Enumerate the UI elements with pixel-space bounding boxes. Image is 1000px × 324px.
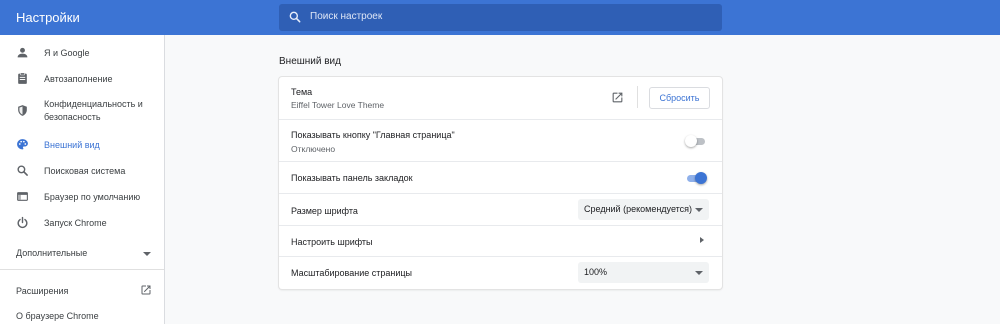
sidebar-item-label: Поисковая система	[44, 166, 126, 176]
sidebar-item-default-browser[interactable]: Браузер по умолчанию	[0, 190, 164, 204]
page-zoom-label: Масштабирование страницы	[291, 268, 412, 278]
font-size-row: Размер шрифта Средний (рекомендуется)	[279, 193, 722, 225]
toggle-knob	[685, 135, 697, 147]
customize-fonts-label: Настроить шрифты	[291, 237, 373, 247]
person-icon	[17, 47, 28, 58]
toggle-knob	[695, 172, 707, 184]
page-zoom-value: 100%	[584, 267, 608, 277]
home-button-status: Отключено	[291, 144, 336, 154]
page-zoom-row: Масштабирование страницы 100%	[279, 256, 722, 289]
bookmarks-bar-label: Показывать панель закладок	[291, 173, 413, 183]
theme-label: Тема	[291, 87, 313, 97]
sidebar: Я и Google Автозаполнение Конфиденциальн…	[0, 35, 165, 324]
search-placeholder: Поиск настроек	[310, 11, 383, 22]
chevron-down-icon[interactable]	[143, 252, 151, 256]
sidebar-item-label: Запуск Chrome	[44, 218, 107, 228]
theme-row: Тема Eiffel Tower Love Theme Сбросить	[279, 77, 722, 119]
home-button-label: Показывать кнопку "Главная страница"	[291, 130, 455, 140]
chevron-right-icon	[700, 237, 704, 243]
app-title: Настройки	[16, 10, 80, 25]
font-size-label: Размер шрифта	[291, 206, 358, 216]
chevron-down-icon	[695, 271, 703, 275]
sidebar-item-label: Конфиденциальность и безопасность	[44, 99, 143, 122]
sidebar-item-search-engine[interactable]: Поисковая система	[0, 164, 164, 178]
sidebar-item-autofill[interactable]: Автозаполнение	[0, 72, 164, 86]
section-title: Внешний вид	[279, 56, 341, 67]
about-chrome-link[interactable]: О браузере Chrome	[16, 311, 99, 321]
home-button-toggle[interactable]	[685, 135, 707, 147]
sidebar-item-label: Внешний вид	[44, 140, 100, 150]
sidebar-item-label: Автозаполнение	[44, 74, 113, 84]
sidebar-item-appearance[interactable]: Внешний вид	[0, 138, 164, 152]
page-zoom-select[interactable]: 100%	[578, 262, 709, 283]
search-input[interactable]: Поиск настроек	[279, 4, 722, 31]
sidebar-divider	[0, 269, 164, 270]
top-bar: Настройки Поиск настроек	[0, 0, 1000, 35]
reset-theme-button[interactable]: Сбросить	[649, 87, 710, 109]
clipboard-icon	[18, 72, 27, 84]
bookmarks-bar-row[interactable]: Показывать панель закладок	[279, 161, 722, 193]
font-size-value: Средний (рекомендуется)	[584, 204, 693, 214]
sidebar-item-label: Браузер по умолчанию	[44, 192, 141, 202]
home-button-row[interactable]: Показывать кнопку "Главная страница" Отк…	[279, 119, 722, 161]
sidebar-item-label: Я и Google	[44, 48, 90, 58]
customize-fonts-row[interactable]: Настроить шрифты	[279, 225, 722, 256]
sidebar-item-privacy[interactable]: Конфиденциальность и безопасность	[0, 97, 164, 125]
advanced-toggle[interactable]: Дополнительные	[16, 248, 87, 258]
external-link-icon[interactable]	[611, 91, 624, 104]
search-icon	[17, 165, 28, 176]
font-size-select[interactable]: Средний (рекомендуется)	[578, 199, 709, 220]
sidebar-item-you-and-google[interactable]: Я и Google	[0, 46, 164, 60]
shield-icon	[18, 105, 27, 116]
sidebar-item-on-startup[interactable]: Запуск Chrome	[0, 216, 164, 230]
vertical-divider	[637, 86, 638, 108]
chevron-down-icon	[695, 208, 703, 212]
power-icon	[17, 216, 28, 229]
bookmarks-bar-toggle[interactable]	[685, 172, 707, 184]
search-icon	[289, 11, 301, 23]
browser-icon	[17, 192, 28, 201]
extensions-link[interactable]: Расширения	[16, 286, 68, 296]
theme-value: Eiffel Tower Love Theme	[291, 100, 385, 110]
external-link-icon[interactable]	[140, 284, 152, 296]
palette-icon	[17, 139, 28, 150]
appearance-card: Тема Eiffel Tower Love Theme Сбросить По…	[279, 77, 722, 289]
